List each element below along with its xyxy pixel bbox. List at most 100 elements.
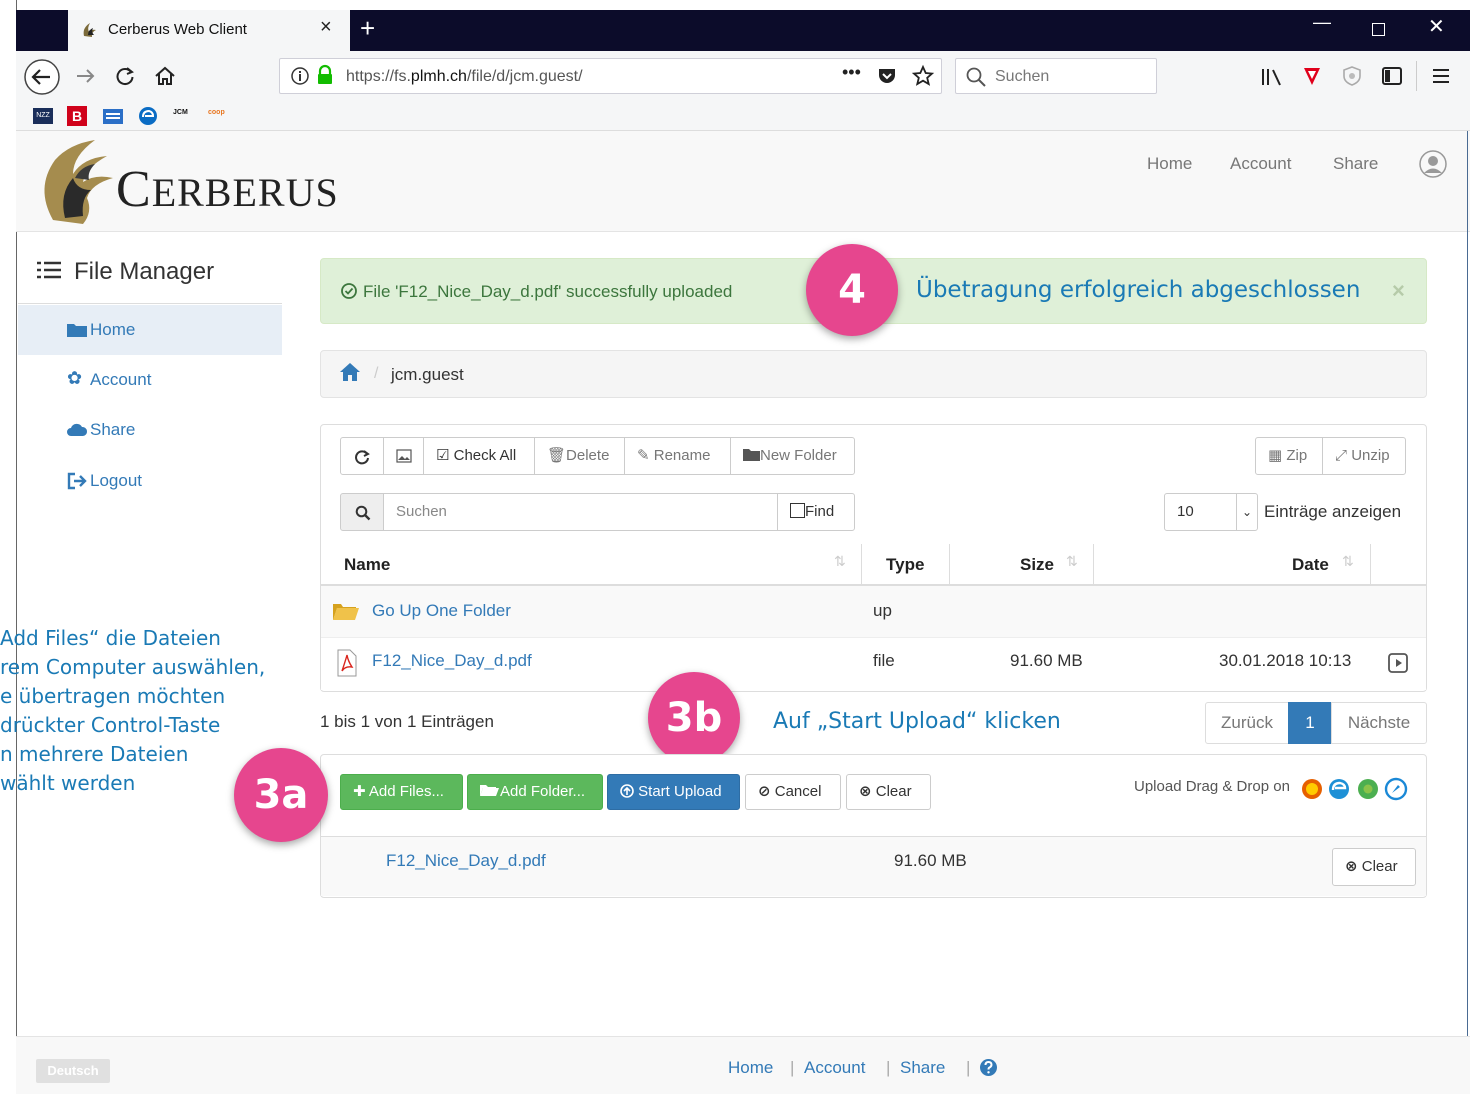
ublock-shield-icon[interactable] [1300,64,1324,88]
cancel-upload-button[interactable]: ⊘ Cancel [745,774,841,810]
rename-label: Rename [653,447,711,464]
expand-icon: ⤢ [1335,447,1348,464]
new-folder-icon [743,449,760,461]
topnav-home[interactable]: Home [1147,154,1192,174]
reload-icon[interactable] [113,64,137,88]
find-label: Find [805,503,835,520]
user-avatar-icon[interactable] [1418,149,1448,179]
sidebar-item-home[interactable] [18,305,282,355]
row-date: 30.01.2018 10:13 [1219,651,1352,670]
page-right-border [1467,131,1468,1094]
column-divider [1093,544,1094,586]
unzip-button[interactable]: ⤢ Unzip [1322,437,1406,475]
ban-icon: ⊘ [758,783,771,800]
sidebar-divider [18,303,282,304]
bookmark-folder-icon[interactable] [102,106,124,126]
start-upload-button[interactable]: Start Upload [607,774,740,810]
sidebar-item-share[interactable] [18,405,282,455]
language-selector[interactable]: Deutsch [36,1059,110,1083]
close-window-icon[interactable]: ✕ [1428,14,1445,39]
column-header-type[interactable]: Type [886,544,924,586]
breadcrumb-home-icon[interactable] [339,362,361,382]
home-icon[interactable] [153,64,177,88]
site-logo[interactable]: Cerberus [116,160,339,219]
toolbar-separator [1416,61,1417,91]
annotation-4-text: Übetragung erfolgreich abgeschlossen [916,277,1361,303]
sidebar-label-home: Home [90,320,136,339]
sort-icon[interactable]: ⇅ [1066,553,1078,570]
bookmark-jcm-icon[interactable]: JCM [173,109,195,121]
logo-rest: erberus [151,170,339,215]
footer-separator: | [790,1058,795,1077]
logo-initial: C [116,161,152,218]
row-size: 91.60 MB [1010,651,1083,670]
footer-separator: | [966,1058,971,1077]
column-header-name[interactable]: Name [344,544,390,586]
library-icon[interactable] [1260,66,1284,88]
file-link[interactable]: F12_Nice_Day_d.pdf [372,651,532,671]
clear-upload-button[interactable]: ⊗ Clear [846,774,931,810]
sort-icon[interactable]: ⇅ [834,553,846,570]
forward-icon[interactable] [73,64,97,88]
table-info: 1 bis 1 von 1 Einträgen [320,712,494,731]
archive-icon: ▦ [1268,447,1283,464]
bookmark-star-icon[interactable] [911,64,935,88]
sidebar-toggle-icon[interactable] [1380,64,1404,88]
check-all-button[interactable]: ☑ Check All [423,437,535,475]
privacy-badger-icon[interactable] [1340,64,1364,88]
footer-link-account[interactable]: Account [804,1058,865,1078]
sidebar-item-logout[interactable] [18,455,282,505]
refresh-button[interactable] [340,437,384,475]
rename-button[interactable]: ✎ Rename [624,437,731,475]
url-path: /file/d/jcm.guest/ [466,68,583,85]
chevron-down-icon[interactable]: ⌄ [1236,494,1257,530]
new-tab-button[interactable]: + [360,13,375,44]
pagination-previous[interactable]: Zurück [1205,702,1289,744]
column-header-size[interactable]: Size [1020,544,1054,586]
help-icon[interactable] [979,1058,998,1077]
delete-label: Delete [566,447,610,464]
sort-icon[interactable]: ⇅ [1342,553,1354,570]
column-header-date[interactable]: Date [1292,544,1329,586]
footer-link-share[interactable]: Share [900,1058,945,1078]
pagination-next[interactable]: Nächste [1331,702,1427,744]
minimize-icon[interactable]: — [1313,12,1331,33]
tab-close-icon[interactable]: × [320,16,332,39]
upload-circle-icon [620,784,634,798]
delete-button[interactable]: 🗑︎Delete [534,437,625,475]
topnav-account[interactable]: Account [1230,154,1291,174]
add-folder-label: Add Folder... [500,783,586,800]
new-folder-button[interactable]: New Folder [730,437,855,475]
add-folder-button[interactable]: Add Folder... [467,774,603,810]
annotation-badge-3b: 3b [648,672,740,764]
info-icon[interactable] [290,66,310,86]
back-icon[interactable] [22,59,62,95]
bookmark-b[interactable]: B [67,106,87,126]
image-view-button[interactable] [383,437,424,475]
url-prefix: https://fs. [346,68,411,85]
url-text[interactable]: https://fs.plmh.ch/file/d/jcm.guest/ [346,68,583,86]
footer-link-home[interactable]: Home [728,1058,773,1078]
find-button[interactable]: Find [777,493,855,531]
play-preview-icon[interactable] [1388,653,1408,673]
pagination-page-1[interactable]: 1 [1288,702,1332,744]
maximize-icon[interactable] [1372,23,1385,36]
pocket-icon[interactable] [876,65,898,87]
queued-file-clear-button[interactable]: ⊗ Clear [1332,848,1416,886]
menu-hamburger-icon[interactable] [1430,65,1452,87]
check-circle-icon [341,283,357,299]
bookmark-coop-icon[interactable]: coop [208,109,230,121]
file-search-input[interactable]: Suchen [383,493,778,531]
file-manager-title: File Manager [74,258,215,285]
bookmark-edge-icon[interactable] [137,105,159,127]
add-files-button[interactable]: ✚ Add Files... [340,774,463,810]
topnav-share[interactable]: Share [1333,154,1378,174]
zip-button[interactable]: ▦ Zip [1255,437,1323,475]
page-actions-icon[interactable]: ••• [842,62,861,83]
go-up-link[interactable]: Go Up One Folder [372,601,511,621]
bookmark-nzz[interactable]: NZZ [33,108,53,124]
alert-close-button[interactable]: × [1392,278,1405,304]
breadcrumb [320,350,1427,398]
find-checkbox[interactable] [790,503,805,518]
entries-label: Einträge anzeigen [1264,502,1402,521]
